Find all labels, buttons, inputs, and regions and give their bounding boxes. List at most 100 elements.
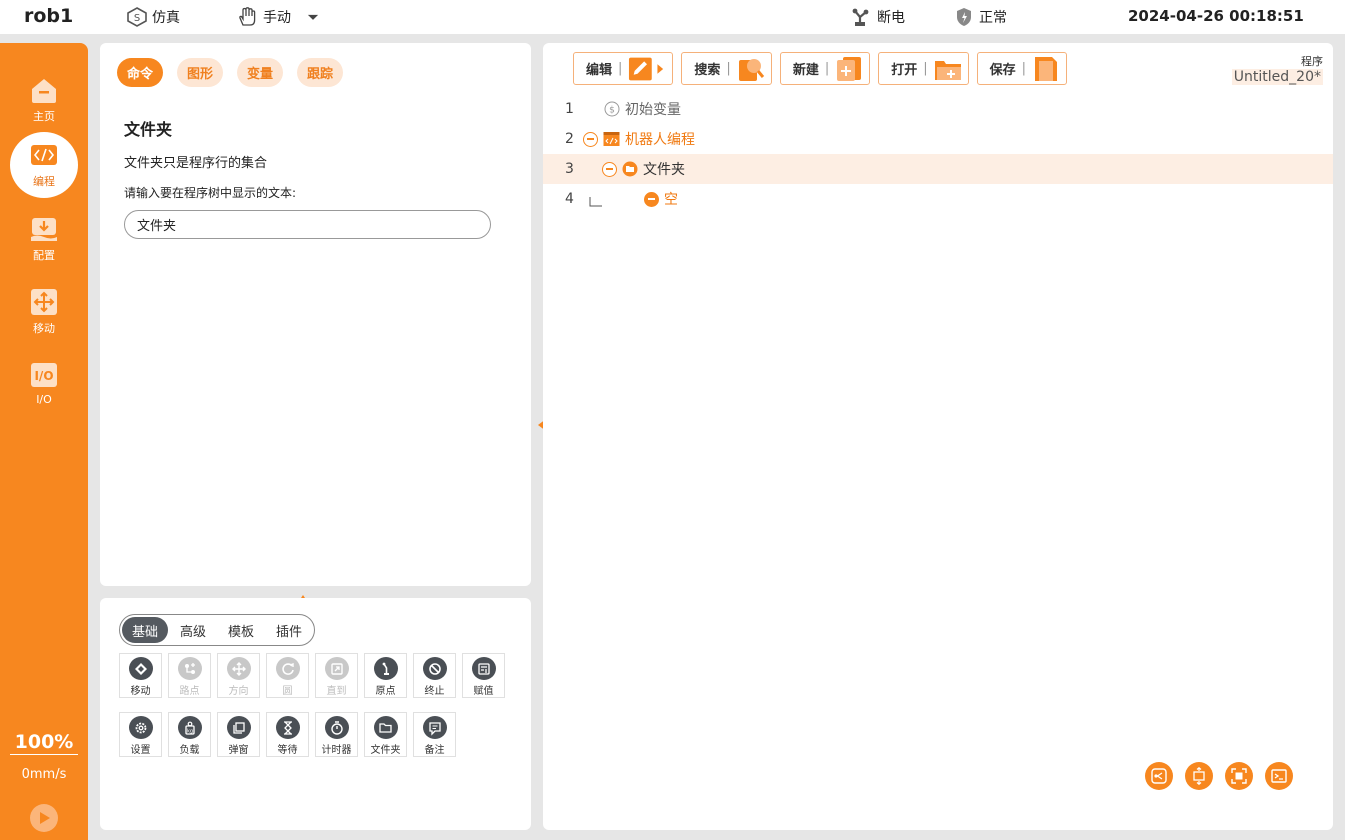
sidebar-item-label: 主页 xyxy=(33,110,55,123)
search-label: 搜索 xyxy=(694,63,721,78)
tree-row-3[interactable]: 3 文件夹 xyxy=(543,154,1333,184)
cmd-move-button[interactable]: 移动 xyxy=(119,653,162,698)
comment-icon xyxy=(422,716,447,739)
segment-plugin[interactable]: 插件 xyxy=(266,617,312,643)
tree-row-1[interactable]: 1 $ 初始变量 xyxy=(543,94,1333,124)
command-tabs: 命令 图形 变量 跟踪 xyxy=(117,58,344,87)
open-button[interactable]: 打开 | xyxy=(878,52,969,85)
command-description: 文件夹只是程序行的集合 xyxy=(124,156,268,171)
tree-row-4[interactable]: 4 空 xyxy=(543,184,1333,214)
collapse-icon[interactable] xyxy=(602,161,617,177)
console-button[interactable] xyxy=(1265,762,1293,790)
cmd-timer-button[interactable]: 计时器 xyxy=(315,712,358,757)
search-button[interactable]: 搜索 | xyxy=(681,52,772,85)
save-button[interactable]: 保存 | xyxy=(976,52,1068,85)
separator: | xyxy=(923,61,928,76)
fit-view-button[interactable] xyxy=(1225,762,1253,790)
circle-icon xyxy=(275,657,300,680)
status-label: 正常 xyxy=(979,10,1007,26)
folder-icon xyxy=(622,161,638,177)
status-indicator[interactable]: 正常 xyxy=(953,7,1007,27)
power-label: 断电 xyxy=(877,10,905,26)
tab-variables[interactable]: 变量 xyxy=(237,58,284,87)
program-name: Untitled_20* xyxy=(1231,69,1323,85)
command-title: 文件夹 xyxy=(124,120,173,139)
assign-icon xyxy=(471,657,496,680)
speed-percent[interactable]: 100% xyxy=(10,731,78,755)
tab-trace[interactable]: 跟踪 xyxy=(297,58,344,87)
shield-icon xyxy=(957,8,971,26)
cmd-wait-button[interactable]: 等待 xyxy=(266,712,309,757)
until-icon xyxy=(324,657,349,680)
cmd-folder-button[interactable]: 文件夹 xyxy=(364,712,407,757)
cmd-payload-button[interactable]: kg 负载 xyxy=(168,712,211,757)
cmd-direction-button[interactable]: 方向 xyxy=(217,653,260,698)
cmd-popup-button[interactable]: 弹窗 xyxy=(217,712,260,757)
console-icon xyxy=(1271,769,1287,783)
cmd-label: 弹窗 xyxy=(228,745,249,756)
sidebar-item-io[interactable]: I/O I/O xyxy=(10,350,78,416)
tab-command[interactable]: 命令 xyxy=(117,58,164,87)
power-indicator[interactable]: 断电 xyxy=(851,7,905,27)
sidebar-item-label: 编程 xyxy=(33,175,55,188)
cmd-settings-button[interactable]: 设置 xyxy=(119,712,162,757)
cmd-label: 直到 xyxy=(326,686,347,697)
play-button[interactable] xyxy=(30,804,58,832)
cmd-label: 设置 xyxy=(130,745,151,756)
svg-text:S: S xyxy=(134,13,140,24)
command-panel: 命令 图形 变量 跟踪 文件夹 文件夹只是程序行的集合 请输入要在程序树中显示的… xyxy=(100,43,531,586)
mode-dropdown[interactable]: 手动 xyxy=(237,7,321,27)
cmd-until-button[interactable]: 直到 xyxy=(315,653,358,698)
cmd-label: 路点 xyxy=(179,686,200,697)
cmd-origin-button[interactable]: 原点 xyxy=(364,653,407,698)
tree-node-robot-program[interactable]: 机器人编程 xyxy=(583,129,695,149)
mode-label: 手动 xyxy=(263,10,291,26)
sidebar-item-program[interactable]: 编程 xyxy=(10,132,78,198)
cmd-stop-button[interactable]: 终止 xyxy=(413,653,456,698)
collapse-icon[interactable] xyxy=(583,131,598,147)
node-label: 文件夹 xyxy=(643,162,685,178)
wait-icon xyxy=(275,716,300,739)
cmd-waypoint-button[interactable]: 路点 xyxy=(168,653,211,698)
sidebar-item-label: 配置 xyxy=(33,249,55,262)
expand-vertical-icon xyxy=(1193,767,1205,785)
expand-view-button[interactable] xyxy=(1185,762,1213,790)
program-toolbar: 编辑 | 搜索 | 新建 | 打开 | 保存 | xyxy=(573,52,1068,85)
cmd-label: 赋值 xyxy=(473,686,494,697)
tree-node-init-vars[interactable]: $ 初始变量 xyxy=(604,99,681,119)
line-number: 3 xyxy=(565,161,574,177)
folder-name-input[interactable] xyxy=(124,210,491,239)
open-icon xyxy=(934,60,961,80)
node-label: 空 xyxy=(664,192,678,208)
open-label: 打开 xyxy=(891,63,918,78)
segment-basic[interactable]: 基础 xyxy=(122,617,169,643)
svg-text:I/O: I/O xyxy=(34,369,53,383)
move-cmd-icon xyxy=(128,657,153,680)
edit-button[interactable]: 编辑 | xyxy=(573,52,674,85)
sidebar-item-move[interactable]: 移动 xyxy=(10,279,78,345)
variable-icon: $ xyxy=(604,101,620,117)
cmd-circle-button[interactable]: 圆 xyxy=(266,653,309,698)
command-palette: 基础 高级 模板 插件 移动 路点 方向 圆 直到 原点 终止 赋值 设置 kg… xyxy=(100,598,531,830)
timer-icon xyxy=(324,716,349,739)
separator: | xyxy=(726,61,731,76)
tree-row-2[interactable]: 2 机器人编程 xyxy=(543,124,1333,154)
new-button[interactable]: 新建 | xyxy=(779,52,871,85)
tree-node-empty[interactable]: 空 xyxy=(644,189,678,209)
save-icon xyxy=(1035,56,1058,81)
segment-advanced[interactable]: 高级 xyxy=(170,617,216,643)
datetime: 2024-04-26 00:18:51 xyxy=(1128,7,1304,25)
cmd-label: 终止 xyxy=(424,686,445,697)
sidebar-item-home[interactable]: 主页 xyxy=(10,67,78,133)
cmd-assign-button[interactable]: 赋值 xyxy=(462,653,505,698)
sidebar-item-config[interactable]: 配置 xyxy=(10,206,78,272)
new-label: 新建 xyxy=(792,63,819,78)
speed-value: 0mm/s xyxy=(21,767,67,782)
cmd-comment-button[interactable]: 备注 xyxy=(413,712,456,757)
tree-view-button[interactable] xyxy=(1145,762,1173,790)
config-icon xyxy=(31,218,57,241)
simulation-indicator[interactable]: S 仿真 xyxy=(126,7,180,27)
tree-node-folder[interactable]: 文件夹 xyxy=(602,159,685,179)
segment-template[interactable]: 模板 xyxy=(218,617,264,643)
tab-graphics[interactable]: 图形 xyxy=(177,58,224,87)
